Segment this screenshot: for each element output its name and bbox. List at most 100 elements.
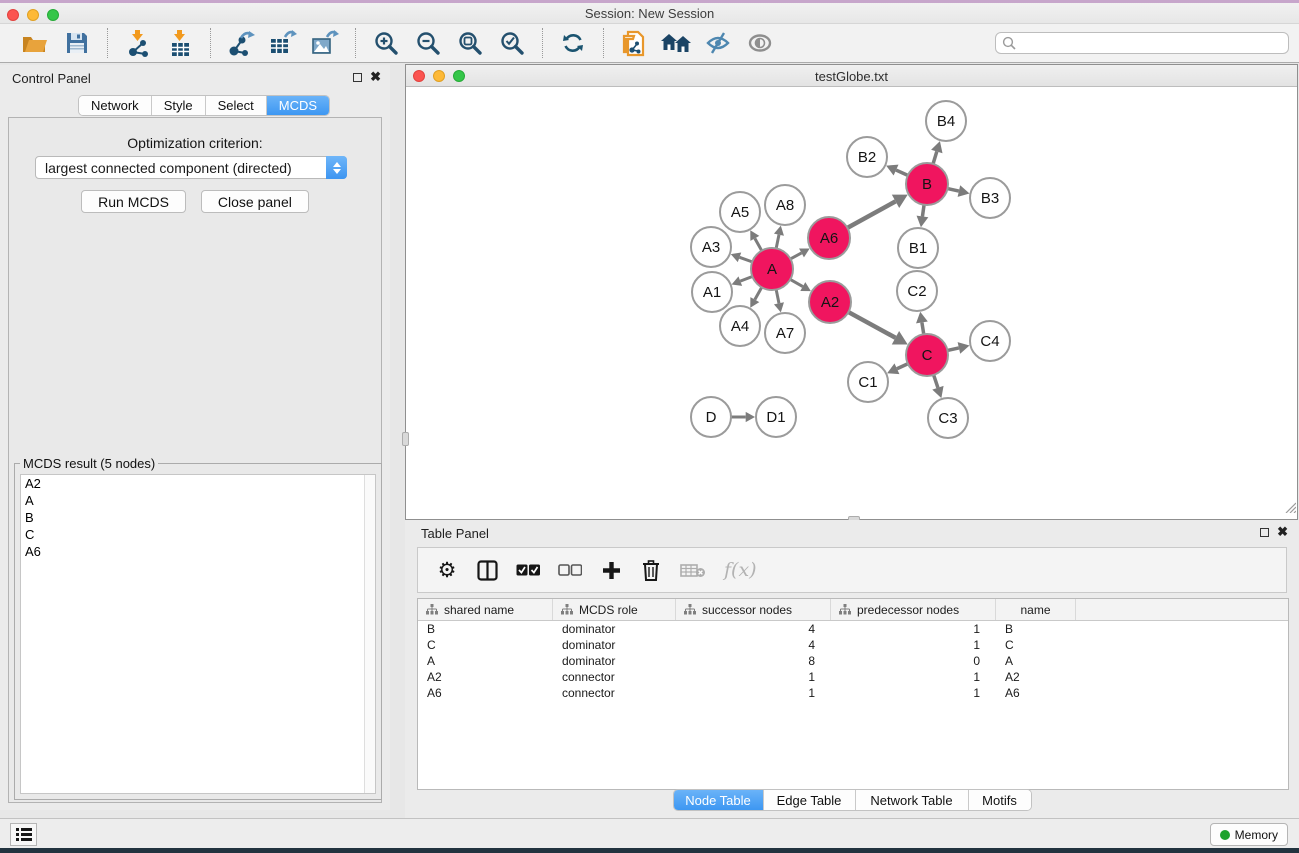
hide-graphics-details-button[interactable] (701, 27, 735, 59)
graph-edge[interactable] (848, 312, 895, 338)
graph-node-label: C3 (938, 410, 957, 427)
graph-edge[interactable] (847, 201, 895, 228)
zoom-out-button[interactable] (411, 27, 445, 59)
table-header-row[interactable]: shared nameMCDS rolesuccessor nodesprede… (418, 599, 1288, 621)
tab-edge-table[interactable]: Edge Table (764, 790, 856, 810)
network-window-titlebar[interactable]: testGlobe.txt (406, 65, 1297, 87)
tab-node-table[interactable]: Node Table (674, 790, 764, 810)
graph-edge[interactable] (790, 253, 801, 259)
table-row[interactable]: Bdominator41B (418, 621, 1288, 637)
graph-edge[interactable] (790, 279, 803, 286)
mcds-result-item[interactable]: A6 (21, 543, 375, 560)
graph-edge[interactable] (740, 277, 752, 282)
graph-node-label: C (922, 347, 933, 364)
optimization-criterion-select[interactable]: largest connected component (directed) (35, 156, 347, 179)
search-input[interactable] (995, 32, 1289, 54)
network-from-selection-button[interactable] (617, 27, 651, 59)
table-row[interactable]: A6connector11A6 (418, 685, 1288, 701)
column-header[interactable]: predecessor nodes (831, 599, 996, 620)
table-panel: Table Panel ✖ ⚙ (405, 520, 1299, 818)
home-button[interactable] (659, 27, 693, 59)
list-icon (16, 828, 32, 841)
table-settings-button[interactable]: ⚙ (436, 557, 458, 583)
main-toolbar (0, 24, 1299, 63)
graph-edge[interactable] (740, 257, 753, 262)
tab-motifs[interactable]: Motifs (969, 790, 1031, 810)
table-row[interactable]: A2connector11A2 (418, 669, 1288, 685)
export-image-button[interactable] (308, 27, 342, 59)
node-table[interactable]: shared nameMCDS rolesuccessor nodesprede… (417, 598, 1289, 790)
network-graph[interactable]: AA1A2A3A4A5A6A7A8BB1B2B3B4CC1C2C3C4DD1 (406, 87, 1297, 519)
tab-network-table[interactable]: Network Table (856, 790, 969, 810)
delete-column-button[interactable] (640, 557, 662, 583)
deselect-all-columns-button[interactable] (558, 557, 582, 583)
dropdown-stepper-icon (326, 156, 347, 179)
graph-node-label: B1 (909, 240, 927, 257)
float-panel-icon[interactable] (353, 73, 362, 82)
run-mcds-button[interactable]: Run MCDS (81, 190, 186, 213)
window-titlebar: Session: New Session (0, 3, 1299, 24)
import-network-icon (126, 30, 150, 57)
import-table-button[interactable] (163, 27, 197, 59)
graph-node-label: B2 (858, 149, 876, 166)
function-builder-button[interactable]: f(x) (724, 557, 757, 583)
table-body[interactable]: Bdominator41BCdominator41CAdominator80AA… (418, 621, 1288, 701)
open-session-button[interactable] (18, 27, 52, 59)
import-network-button[interactable] (121, 27, 155, 59)
graph-edge[interactable] (755, 287, 762, 299)
tab-mcds[interactable]: MCDS (267, 96, 329, 115)
tab-network[interactable]: Network (79, 96, 152, 115)
export-network-button[interactable] (224, 27, 258, 59)
column-header[interactable]: MCDS role (553, 599, 676, 620)
zoom-in-button[interactable] (369, 27, 403, 59)
float-panel-icon[interactable] (1260, 528, 1269, 537)
resize-grip-icon[interactable] (1283, 500, 1296, 518)
graph-edge[interactable] (947, 348, 958, 351)
close-panel-icon[interactable]: ✖ (370, 71, 381, 83)
add-column-button[interactable] (600, 557, 622, 583)
close-panel-icon[interactable]: ✖ (1277, 526, 1288, 538)
column-header[interactable]: successor nodes (676, 599, 831, 620)
refresh-button[interactable] (556, 27, 590, 59)
mcds-result-list[interactable]: A2ABCA6 (20, 474, 376, 794)
toggle-column-panel-button[interactable] (476, 557, 498, 583)
zoom-selected-button[interactable] (495, 27, 529, 59)
graph-edge[interactable] (755, 238, 762, 250)
mcds-result-item[interactable]: A2 (21, 475, 375, 492)
graph-edge[interactable] (922, 205, 924, 217)
show-panels-button[interactable] (10, 823, 37, 846)
delete-table-button[interactable] (680, 557, 706, 583)
tab-select[interactable]: Select (206, 96, 267, 115)
search-icon (1002, 36, 1016, 55)
graph-edge[interactable] (947, 189, 958, 192)
splitter-handle[interactable] (402, 432, 409, 446)
select-all-columns-button[interactable] (516, 557, 540, 583)
graph-edge[interactable] (934, 375, 938, 388)
network-canvas[interactable]: AA1A2A3A4A5A6A7A8BB1B2B3B4CC1C2C3C4DD1 (406, 87, 1297, 519)
graph-edge[interactable] (776, 235, 779, 249)
mcds-result-item[interactable]: C (21, 526, 375, 543)
control-panel-title: Control Panel (12, 71, 91, 86)
zoom-fit-button[interactable] (453, 27, 487, 59)
save-session-button[interactable] (60, 27, 94, 59)
column-header[interactable]: name (996, 599, 1076, 620)
column-header[interactable]: shared name (418, 599, 553, 620)
mcds-result-item[interactable]: A (21, 492, 375, 509)
mcds-result-item[interactable]: B (21, 509, 375, 526)
graph-edge[interactable] (922, 322, 924, 334)
tab-style[interactable]: Style (152, 96, 206, 115)
graph-node-label: A1 (703, 284, 721, 301)
graph-node-label: A6 (820, 230, 838, 247)
graph-edge[interactable] (896, 170, 908, 175)
export-table-button[interactable] (266, 27, 300, 59)
scrollbar-track[interactable] (364, 475, 375, 793)
table-row[interactable]: Adominator80A (418, 653, 1288, 669)
table-row[interactable]: Cdominator41C (418, 637, 1288, 653)
graph-edge[interactable] (897, 364, 908, 369)
memory-button[interactable]: Memory (1210, 823, 1288, 846)
graph-edge[interactable] (776, 290, 779, 304)
graph-edge[interactable] (933, 151, 937, 163)
attribute-tree-icon (839, 604, 851, 615)
close-panel-button[interactable]: Close panel (201, 190, 309, 213)
show-graphics-details-button[interactable] (743, 27, 777, 59)
